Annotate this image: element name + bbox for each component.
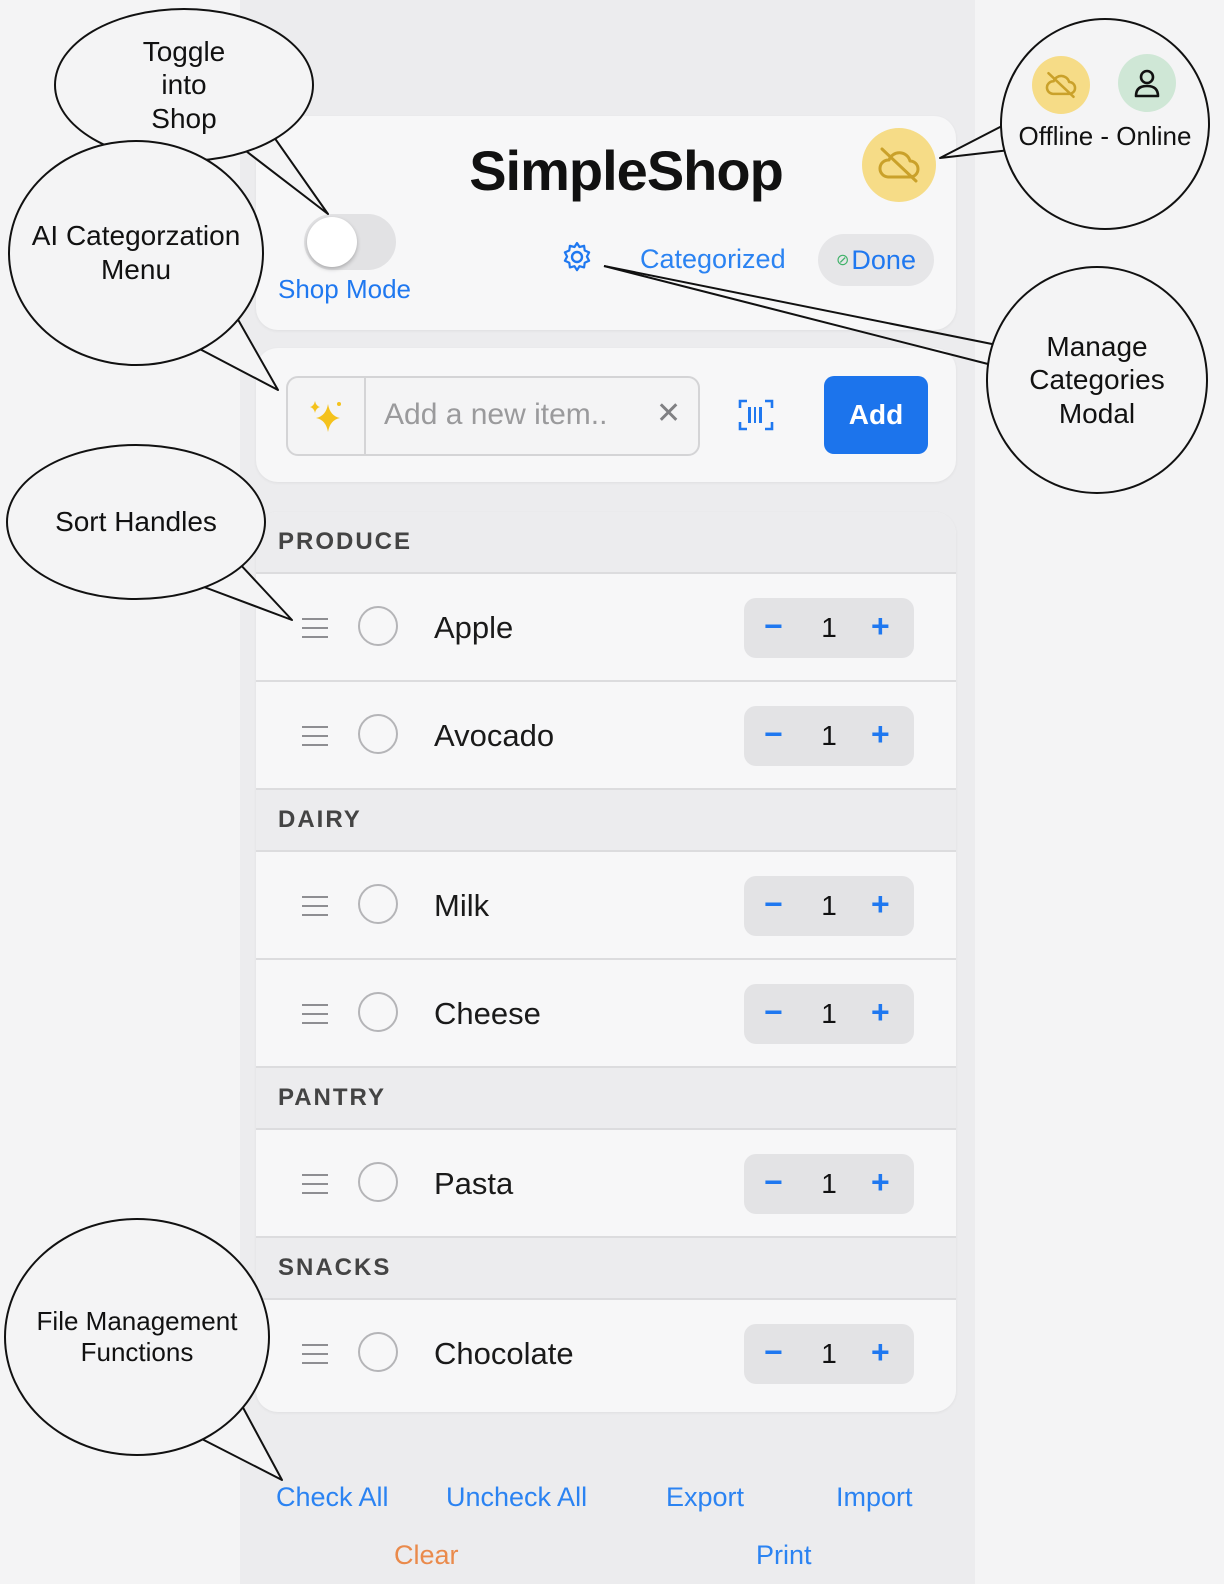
callout-toggle: Toggle into Shop bbox=[54, 8, 314, 162]
callout-sort-handles: Sort Handles bbox=[6, 444, 266, 600]
callout-offline-online-text: Offline - Online bbox=[1018, 120, 1192, 151]
offline-badge bbox=[1032, 56, 1090, 114]
user-icon bbox=[1134, 69, 1160, 98]
callout-ai-menu-text: AI Categorzation Menu bbox=[31, 220, 241, 285]
callout-offline-online: Offline - Online bbox=[1000, 18, 1210, 230]
callout-ai-menu: AI Categorzation Menu bbox=[8, 140, 264, 366]
cloud-off-icon bbox=[1045, 71, 1077, 99]
online-badge bbox=[1118, 54, 1176, 112]
callout-file-management-text: File Management Functions bbox=[36, 1305, 238, 1367]
callout-toggle-text: Toggle into Shop bbox=[142, 35, 226, 134]
callout-manage-categories: Manage Categories Modal bbox=[986, 266, 1208, 494]
callout-file-management: File Management Functions bbox=[4, 1218, 270, 1456]
callout-manage-categories-text: Manage Categories Modal bbox=[1029, 330, 1165, 429]
callout-sort-handles-text: Sort Handles bbox=[55, 506, 217, 538]
